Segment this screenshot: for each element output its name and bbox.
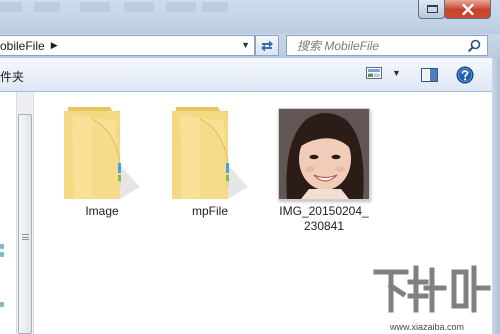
folder-item-mpfile[interactable]: mpFile — [170, 105, 250, 219]
refresh-button[interactable] — [255, 35, 279, 56]
file-label-line1[interactable]: IMG_20150204_ — [264, 204, 384, 219]
new-folder-button[interactable]: 件夹 — [0, 68, 24, 85]
views-dropdown-icon[interactable]: ▼ — [392, 68, 401, 78]
command-bar: 件夹 ▼ — [0, 58, 500, 92]
scrollbar-thumb[interactable] — [18, 114, 32, 334]
navigation-pane — [0, 92, 16, 334]
menu-item-ghost — [166, 2, 196, 12]
menu-item-ghost — [124, 2, 154, 12]
search-icon[interactable] — [468, 39, 481, 52]
maximize-icon — [427, 5, 438, 13]
breadcrumb-item[interactable]: obileFile — [0, 39, 45, 53]
address-bar[interactable]: obileFile ▶ ▼ — [0, 35, 255, 56]
breadcrumb-chevron-icon[interactable]: ▶ — [51, 40, 58, 51]
navigation-scrollbar[interactable] — [16, 92, 34, 334]
folder-item-image[interactable]: Image — [62, 105, 142, 219]
change-view-button[interactable]: ▼ — [366, 67, 401, 79]
folder-label[interactable]: Image — [62, 204, 142, 219]
nav-item-marker — [0, 252, 4, 257]
address-dropdown-icon[interactable]: ▼ — [241, 40, 250, 50]
image-thumbnail[interactable] — [278, 108, 370, 200]
title-bar — [0, 0, 500, 34]
nav-item-marker — [0, 244, 4, 249]
folder-icon — [172, 107, 248, 199]
scrollbar-grip-icon — [22, 234, 29, 240]
folder-label[interactable]: mpFile — [170, 204, 250, 219]
photo-portrait-icon — [279, 109, 369, 199]
file-label-line2[interactable]: 230841 — [264, 219, 384, 234]
nav-item-marker — [0, 302, 4, 307]
views-icon — [366, 67, 382, 79]
close-button[interactable] — [444, 0, 491, 19]
address-bar-row: obileFile ▶ ▼ — [0, 34, 500, 58]
menu-item-ghost — [202, 2, 228, 12]
refresh-icon — [261, 40, 273, 51]
image-file-item[interactable]: IMG_20150204_ 230841 — [264, 204, 384, 234]
menu-item-ghost — [0, 2, 22, 12]
window-frame-edge — [492, 58, 500, 334]
search-box[interactable] — [286, 35, 488, 56]
folder-icon — [64, 107, 140, 199]
preview-pane-icon[interactable] — [421, 68, 438, 82]
help-icon[interactable] — [456, 66, 474, 84]
close-icon — [461, 3, 474, 15]
menu-item-ghost — [34, 2, 60, 12]
menu-item-ghost — [80, 2, 110, 12]
maximize-button[interactable] — [418, 0, 445, 19]
search-input[interactable] — [287, 36, 463, 55]
